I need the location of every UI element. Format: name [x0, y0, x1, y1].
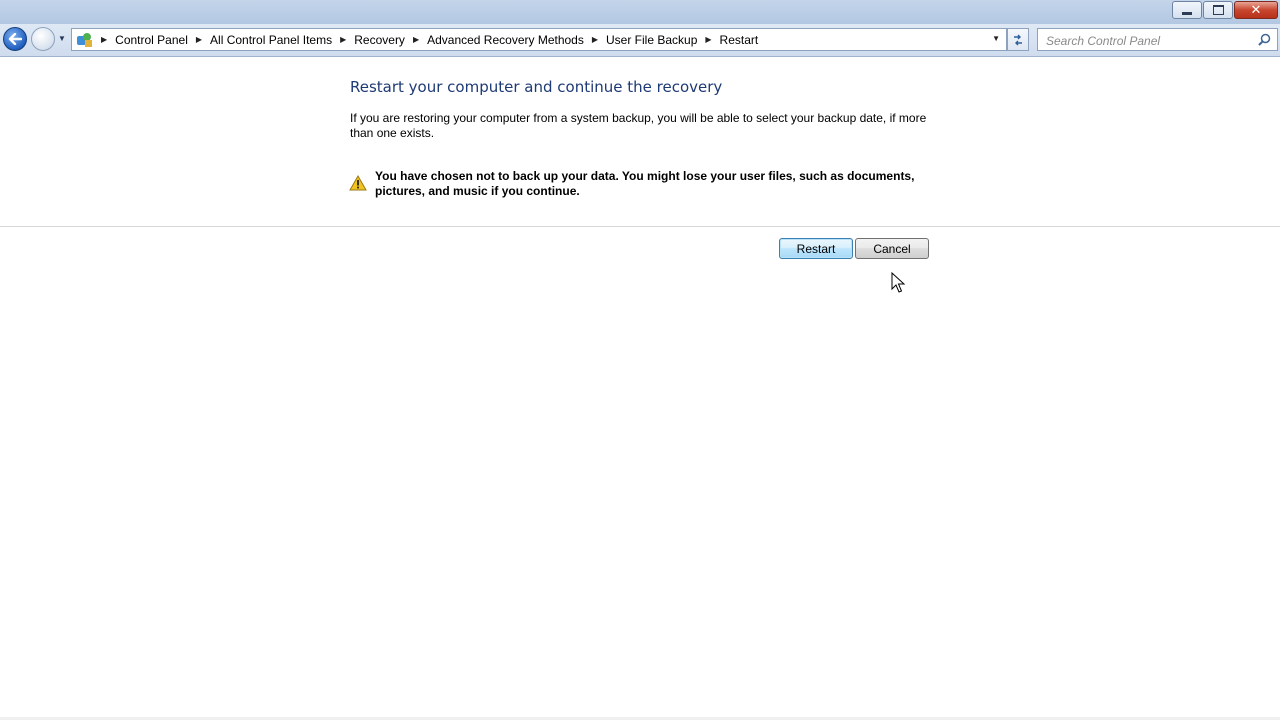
warning-icon [349, 175, 367, 191]
breadcrumb-advanced-recovery-methods[interactable]: Advanced Recovery Methods [427, 33, 584, 47]
navigation-bar: ▼ ▶ Control Panel ▶ All Control Panel It… [0, 24, 1280, 57]
chevron-right-icon[interactable]: ▶ [340, 35, 346, 44]
restart-button[interactable]: Restart [779, 238, 853, 259]
breadcrumb-user-file-backup[interactable]: User File Backup [606, 33, 697, 47]
recent-pages-dropdown[interactable]: ▼ [58, 34, 66, 43]
minimize-button[interactable] [1172, 1, 1202, 19]
breadcrumb-control-panel[interactable]: Control Panel [115, 33, 188, 47]
breadcrumb-restart[interactable]: Restart [720, 33, 759, 47]
main-content: Restart your computer and continue the r… [0, 57, 1280, 720]
minimize-icon [1182, 11, 1192, 15]
address-history-dropdown[interactable]: ▼ [992, 34, 1000, 43]
refresh-icon [1014, 34, 1022, 45]
search-box[interactable] [1037, 28, 1278, 51]
close-button[interactable]: ✕ [1234, 1, 1278, 19]
address-bar[interactable]: ▶ Control Panel ▶ All Control Panel Item… [71, 28, 1007, 51]
control-panel-icon [77, 32, 93, 48]
divider [0, 226, 1280, 227]
search-input[interactable] [1044, 32, 1253, 49]
forward-button[interactable] [31, 27, 55, 51]
warning-message: You have chosen not to back up your data… [375, 169, 915, 198]
back-arrow-icon [8, 33, 22, 45]
breadcrumb-all-control-panel-items[interactable]: All Control Panel Items [210, 33, 332, 47]
breadcrumb-recovery[interactable]: Recovery [354, 33, 405, 47]
chevron-right-icon[interactable]: ▶ [705, 35, 711, 44]
chevron-right-icon[interactable]: ▶ [413, 35, 419, 44]
chevron-right-icon[interactable]: ▶ [592, 35, 598, 44]
refresh-button[interactable] [1007, 28, 1029, 51]
chevron-right-icon[interactable]: ▶ [101, 35, 107, 44]
forward-arrow-icon [32, 28, 54, 50]
caption-buttons: ✕ [1171, 1, 1278, 21]
search-icon[interactable] [1258, 33, 1271, 46]
description-text: If you are restoring your computer from … [350, 111, 927, 140]
maximize-button[interactable] [1203, 1, 1233, 19]
restore-icon [1212, 5, 1224, 15]
back-button[interactable] [3, 27, 27, 51]
title-bar: ✕ [0, 0, 1280, 24]
chevron-right-icon[interactable]: ▶ [196, 35, 202, 44]
cancel-button[interactable]: Cancel [855, 238, 929, 259]
close-icon: ✕ [1250, 2, 1262, 17]
page-title: Restart your computer and continue the r… [350, 78, 723, 96]
mouse-cursor-icon [891, 272, 905, 293]
